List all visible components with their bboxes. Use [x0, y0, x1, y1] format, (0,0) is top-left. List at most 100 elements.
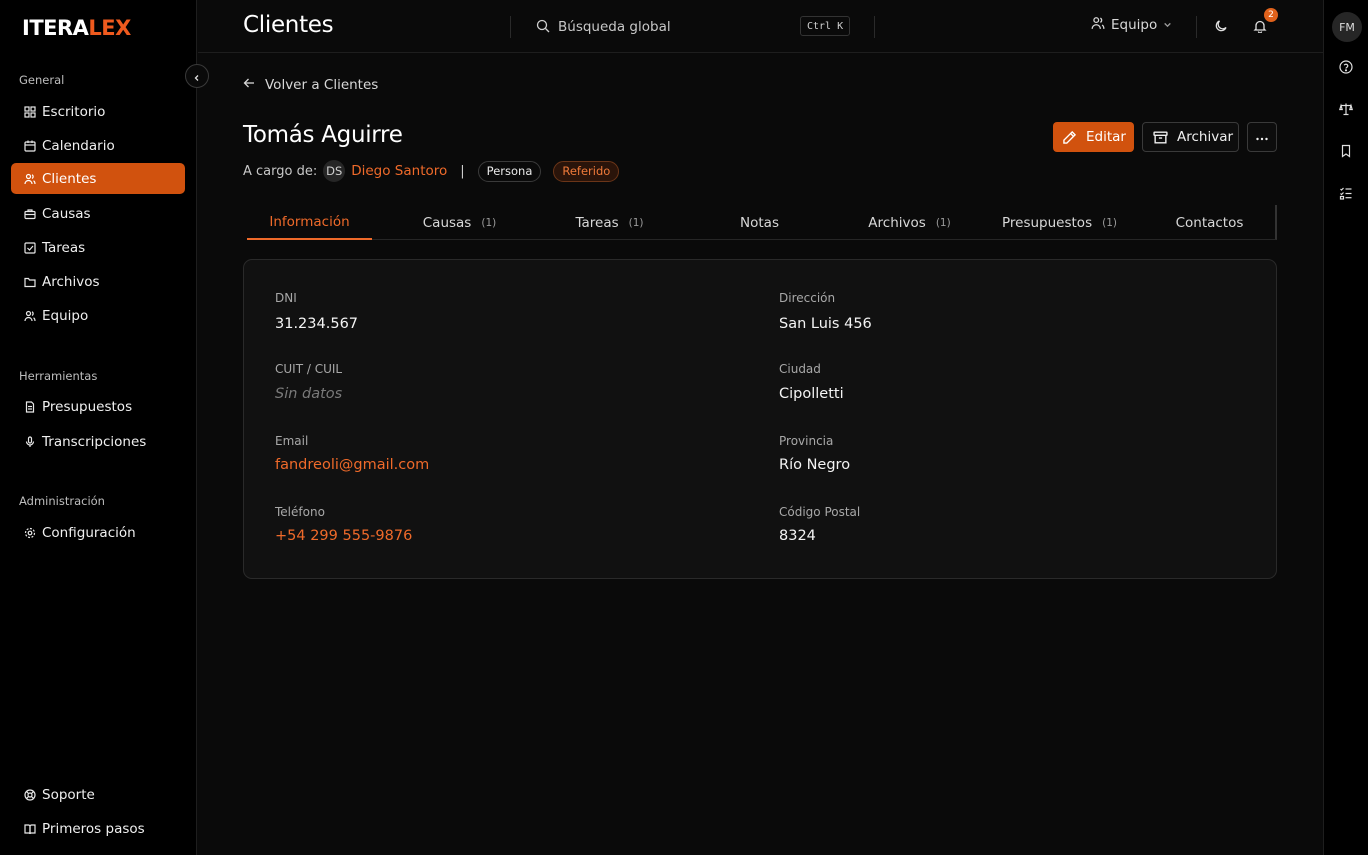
city-label: Ciudad [779, 362, 821, 376]
address-value: San Luis 456 [779, 316, 872, 332]
header-divider [510, 16, 511, 38]
chevron-left-icon [193, 67, 201, 86]
theme-toggle-button[interactable] [1210, 16, 1232, 38]
team-icon [1091, 16, 1105, 34]
sidebar-item-clientes[interactable]: Clientes [11, 163, 185, 194]
sidebar-item-label: Clientes [42, 170, 97, 187]
cuit-label: CUIT / CUIL [275, 362, 343, 376]
owner-avatar: DS [323, 160, 346, 182]
team-icon [23, 309, 36, 322]
tab-archivos[interactable]: Archivos (1) [847, 205, 972, 240]
sidebar-item-configuracion[interactable]: Configuración [11, 517, 185, 548]
notification-badge: 2 [1264, 8, 1278, 22]
sidebar-item-label: Archivos [42, 273, 100, 290]
search-shortcut-hint: Ctrl K [800, 16, 851, 36]
meta-separator: | [460, 163, 465, 179]
team-selector[interactable]: Equipo [1091, 16, 1172, 34]
help-circle-icon [1339, 59, 1353, 78]
more-options-button[interactable] [1247, 122, 1277, 152]
user-avatar[interactable]: FM [1332, 12, 1362, 42]
tab-tareas[interactable]: Tareas (1) [547, 205, 672, 240]
sidebar-item-equipo[interactable]: Equipo [11, 300, 185, 331]
help-button[interactable] [1338, 59, 1354, 78]
app-root: ITERA LEX General Escritorio Calendario C… [0, 0, 1368, 855]
top-header: Clientes Búsqueda global Ctrl K Equipo 2 [198, 0, 1323, 53]
tag-persona: Persona [477, 160, 542, 182]
sidebar-item-transcripciones[interactable]: Transcripciones [11, 426, 185, 457]
scale-icon [1338, 101, 1354, 120]
users-icon [23, 172, 36, 185]
tab-count: (1) [628, 216, 644, 229]
team-label: Equipo [1111, 17, 1158, 33]
bookmarks-button[interactable] [1338, 144, 1354, 160]
phone-label: Teléfono [275, 505, 325, 519]
tag-referido: Referido [553, 160, 620, 182]
client-name: Tomás Aguirre [243, 122, 403, 148]
sidebar-item-archivos[interactable]: Archivos [11, 266, 185, 297]
owner-link[interactable]: Diego Santoro [351, 163, 447, 179]
archive-button[interactable]: Archivar [1142, 122, 1239, 152]
sidebar-item-calendario[interactable]: Calendario [11, 130, 185, 161]
city-value: Cipolletti [779, 386, 844, 402]
tab-informacion[interactable]: Información [247, 205, 372, 240]
postal-code-label: Código Postal [779, 505, 861, 519]
sidebar-item-label: Configuración [42, 524, 136, 541]
sidebar-item-presupuestos[interactable]: Presupuestos [11, 391, 185, 422]
assigned-label: A cargo de: [243, 163, 318, 179]
checklist-icon [1339, 185, 1353, 204]
tab-contactos[interactable]: Contactos [1147, 205, 1272, 240]
sidebar-item-label: Transcripciones [42, 433, 147, 450]
tab-label: Notas [740, 214, 779, 231]
book-icon [23, 822, 36, 835]
logo-part-itera: ITERA [22, 16, 89, 40]
sidebar-item-label: Calendario [42, 137, 115, 154]
right-rail: FM [1323, 0, 1368, 855]
tab-label: Causas [422, 214, 472, 231]
sidebar-item-soporte[interactable]: Soporte [11, 779, 185, 810]
header-divider [874, 16, 875, 38]
sidebar-item-causas[interactable]: Causas [11, 198, 185, 229]
postal-code-value: 8324 [779, 528, 816, 544]
back-to-clients-link[interactable]: Volver a Clientes [243, 77, 378, 93]
checklist-button[interactable] [1338, 186, 1354, 202]
legal-button[interactable] [1338, 102, 1354, 118]
phone-link[interactable]: +54 299 555-9876 [275, 528, 412, 544]
arrow-left-icon [243, 77, 255, 93]
sidebar-item-label: Escritorio [42, 103, 106, 120]
sidebar-item-escritorio[interactable]: Escritorio [11, 96, 185, 127]
sidebar-item-label: Causas [42, 205, 91, 222]
edit-button[interactable]: Editar [1053, 122, 1134, 152]
client-tabs: Información Causas (1) Tareas (1) Notas Ar… [247, 205, 1277, 240]
sidebar-item-label: Primeros pasos [42, 820, 145, 837]
calendar-icon [23, 139, 36, 152]
sidebar-section-general: General [19, 73, 65, 87]
tab-label: Información [269, 213, 350, 230]
tab-notas[interactable]: Notas [697, 205, 822, 240]
sidebar-item-label: Tareas [42, 239, 86, 256]
lifebuoy-icon [23, 788, 36, 801]
sidebar-section-herramientas: Herramientas [19, 369, 98, 383]
app-logo[interactable]: ITERA LEX [22, 14, 131, 42]
sidebar: ITERA LEX General Escritorio Calendario C… [0, 0, 197, 855]
cuit-value: Sin datos [275, 386, 343, 402]
sidebar-item-tareas[interactable]: Tareas [11, 232, 185, 263]
tab-label: Tareas [575, 214, 619, 231]
sidebar-collapse-button[interactable] [185, 64, 209, 88]
email-link[interactable]: fandreoli@gmail.com [275, 457, 429, 473]
tab-causas[interactable]: Causas (1) [397, 205, 522, 240]
tab-count: (1) [935, 216, 951, 229]
briefcase-icon [23, 207, 36, 220]
tab-count: (1) [481, 216, 497, 229]
client-info-card: DNI 31.234.567 CUIT / CUIL Sin datos Ema… [243, 259, 1277, 579]
search-icon [536, 18, 550, 37]
bookmark-icon [1339, 143, 1353, 162]
sidebar-section-administracion: Administración [19, 494, 105, 508]
tab-count: (1) [1102, 216, 1117, 229]
dni-value: 31.234.567 [275, 316, 359, 332]
sidebar-item-primeros-pasos[interactable]: Primeros pasos [11, 813, 185, 844]
edit-label: Editar [1086, 129, 1126, 145]
moon-icon [1214, 18, 1228, 37]
sidebar-item-label: Soporte [42, 786, 95, 803]
email-label: Email [275, 434, 309, 448]
tab-presupuestos[interactable]: Presupuestos (1) [997, 205, 1122, 240]
